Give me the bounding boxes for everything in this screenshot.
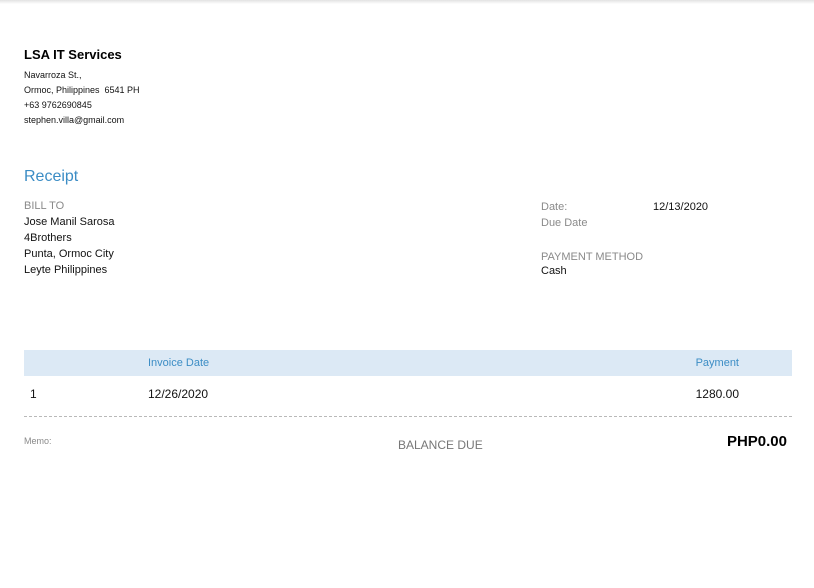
date-label: Date: [541,201,568,213]
bill-to-name: Jose Manil Sarosa [24,216,115,228]
top-edge-shadow [0,0,814,4]
receipt-meta-block: Date: 12/13/2020 Due Date PAYMENT METHOD… [541,199,708,277]
bill-to-block: BILL TO Jose Manil Sarosa 4Brothers Punt… [24,199,115,278]
bill-to-line2: Punta, Ormoc City [24,248,114,260]
company-email[interactable]: stephen.villa@gmail.com [24,113,140,128]
header-invoice-date: Invoice Date [148,357,210,369]
balance-due-label: BALANCE DUE [398,438,483,452]
items-table-header: Invoice Date Payment [24,350,792,376]
company-name: LSA IT Services [24,47,122,62]
items-table: Invoice Date Payment 1 12/26/2020 1280.0… [24,350,792,417]
row-invoice-date: 12/26/2020 [148,387,209,401]
bill-to-line1: 4Brothers [24,232,72,244]
company-phone: +63 9762690845 [24,100,92,110]
table-row: 1 12/26/2020 1280.00 [24,376,792,412]
company-address-line2: Ormoc, Philippines 6541 PH [24,85,140,95]
memo-label: Memo: [24,436,52,446]
date-row: Date: 12/13/2020 [541,199,708,215]
due-date-label: Due Date [541,217,588,229]
header-payment: Payment [695,357,739,369]
bill-to-label: BILL TO [24,200,65,212]
row-number: 1 [30,387,37,401]
bill-to-line3: Leyte Philippines [24,264,108,276]
balance-due-amount: PHP0.00 [726,433,787,450]
row-payment: 1280.00 [695,387,739,401]
due-date-row: Due Date [541,215,708,231]
dashed-divider [24,416,792,417]
company-address-line1: Navarroza St., [24,70,82,80]
payment-method-label: PAYMENT METHOD [541,251,644,263]
company-block: LSA IT Services Navarroza St., Ormoc, Ph… [24,47,140,128]
payment-method-block: PAYMENT METHOD Cash [541,251,708,277]
receipt-title: Receipt [24,168,79,185]
date-value: 12/13/2020 [653,201,709,213]
payment-method-value: Cash [541,265,567,277]
